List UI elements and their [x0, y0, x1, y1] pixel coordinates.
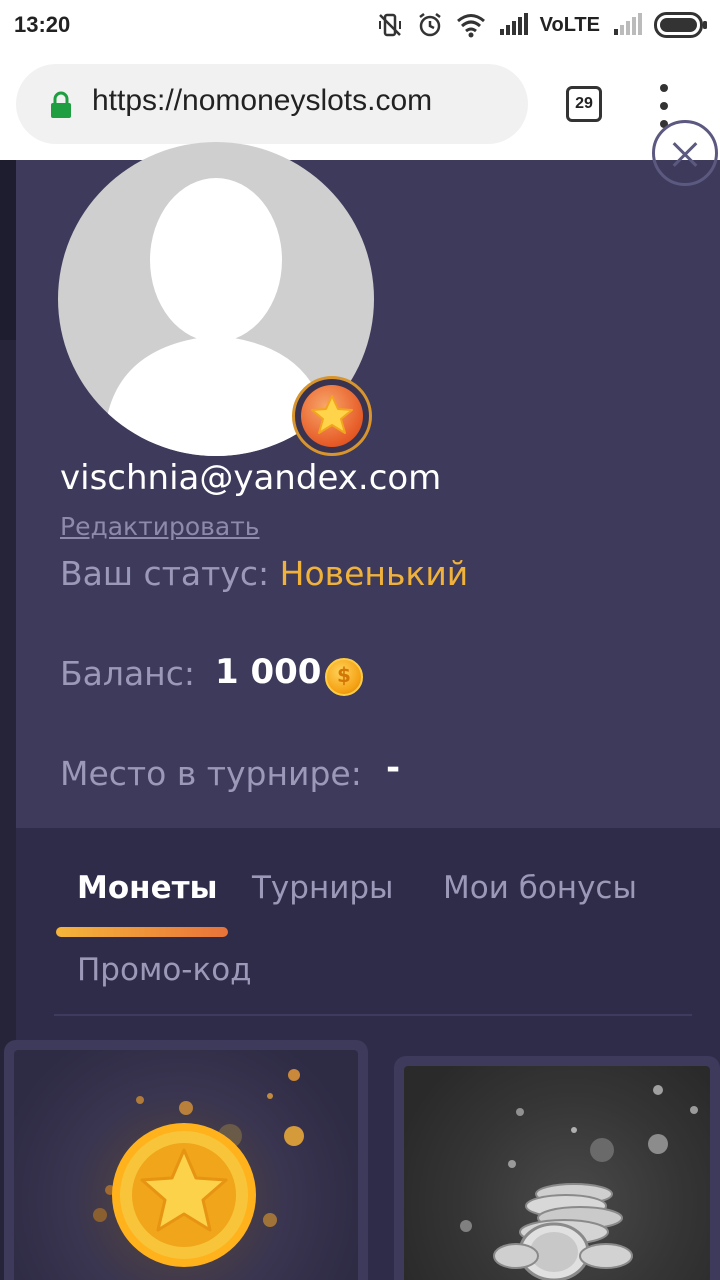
silver-coins-icon	[460, 1085, 698, 1280]
alarm-icon	[418, 13, 441, 37]
status-icons: VoLTE	[376, 10, 708, 40]
network-label: VoLTE	[539, 13, 600, 36]
coin-pack-card-gold[interactable]	[4, 1040, 368, 1280]
status-time: 13:20	[14, 12, 71, 37]
close-icon[interactable]	[652, 120, 718, 186]
browser-toolbar: https://nomoneyslots.com 29	[0, 50, 720, 160]
coin-pack-image-silver	[404, 1066, 710, 1280]
tournament-place-value: -	[386, 748, 401, 788]
user-status: Ваш статус: Новенький	[60, 554, 468, 593]
coin-icon	[325, 658, 363, 696]
battery-icon	[654, 12, 707, 38]
tab-coins[interactable]: Монеты	[77, 870, 218, 906]
menu-dot-icon	[660, 102, 668, 110]
wifi-icon	[456, 14, 485, 38]
edit-profile-link[interactable]: Редактировать	[60, 512, 260, 541]
tab-my-bonuses[interactable]: Мои бонусы	[443, 870, 637, 906]
balance-value: 1 000	[215, 652, 322, 692]
user-email: vischnia@yandex.com	[60, 458, 442, 498]
gold-coin-icon	[93, 1069, 304, 1267]
tab-tournaments[interactable]: Турниры	[252, 870, 394, 906]
status-bar: 13:20 VoLTE	[0, 0, 720, 50]
signal-weak-icon	[614, 13, 642, 35]
status-value: Новенький	[279, 554, 469, 593]
menu-dot-icon	[660, 84, 668, 92]
tabs-divider	[54, 1014, 692, 1016]
rank-badge-inner	[301, 385, 363, 447]
balance-label: Баланс:	[60, 654, 196, 693]
signal-icon	[499, 13, 528, 35]
coin-pack-image-gold	[14, 1050, 358, 1280]
active-tab-indicator	[56, 927, 228, 937]
rank-badge	[292, 376, 372, 456]
tournament-place-label: Место в турнире:	[60, 754, 362, 793]
tab-switcher-button[interactable]: 29	[566, 86, 602, 122]
lock-icon	[51, 91, 71, 118]
url-text: https://nomoneyslots.com	[92, 84, 433, 117]
vibrate-off-icon	[378, 13, 401, 37]
coin-pack-card-silver[interactable]	[394, 1056, 720, 1280]
star-icon	[311, 395, 353, 434]
address-bar[interactable]: https://nomoneyslots.com	[16, 64, 528, 144]
status-label: Ваш статус:	[60, 554, 280, 593]
tab-promo-code[interactable]: Промо-код	[77, 952, 252, 988]
page-left-edge-dark	[0, 160, 16, 340]
